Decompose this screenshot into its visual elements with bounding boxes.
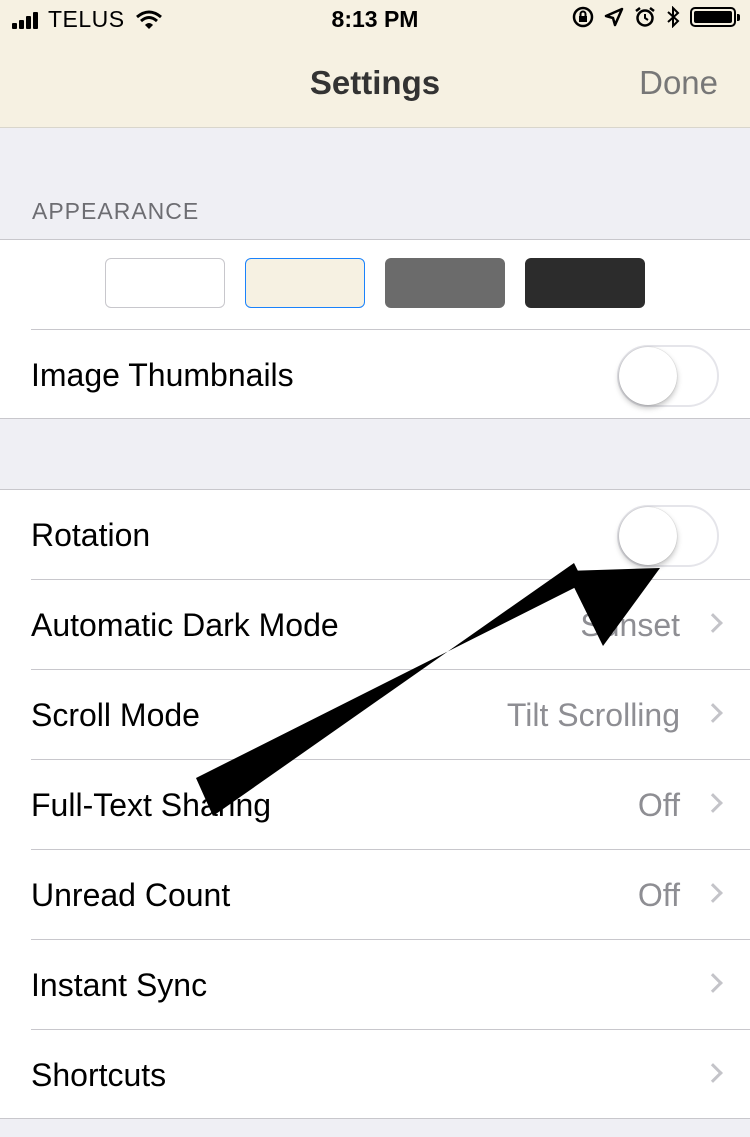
- rotation-lock-icon: [572, 6, 594, 28]
- instant-sync-label: Instant Sync: [31, 967, 208, 1003]
- image-thumbnails-toggle[interactable]: [617, 345, 719, 407]
- theme-swatch-white[interactable]: [105, 258, 225, 308]
- status-bar: TELUS 8:13 PM: [0, 0, 750, 40]
- unread-count-label: Unread Count: [31, 877, 231, 913]
- done-button[interactable]: Done: [639, 64, 718, 102]
- appearance-section-header: APPEARANCE: [32, 198, 200, 224]
- status-icons: [572, 6, 740, 28]
- chevron-right-icon: [703, 613, 723, 633]
- shortcuts-row[interactable]: Shortcuts: [0, 1030, 750, 1120]
- battery-icon: [690, 7, 740, 27]
- shortcuts-label: Shortcuts: [31, 1057, 167, 1093]
- rotation-toggle[interactable]: [617, 505, 719, 567]
- chevron-right-icon: [703, 973, 723, 993]
- settings-group: Rotation Automatic Dark Mode Sunset Scro…: [0, 489, 750, 1119]
- scroll-mode-label: Scroll Mode: [31, 697, 200, 733]
- unread-count-row[interactable]: Unread Count Off: [0, 850, 750, 940]
- theme-swatch-gray[interactable]: [385, 258, 505, 308]
- full-text-sharing-value: Off: [637, 787, 680, 823]
- chevron-right-icon: [703, 793, 723, 813]
- chevron-right-icon: [703, 883, 723, 903]
- rotation-row: Rotation: [0, 490, 750, 580]
- automatic-dark-mode-value: Sunset: [580, 607, 680, 643]
- rotation-label: Rotation: [31, 517, 151, 553]
- image-thumbnails-row: Image Thumbnails: [0, 330, 750, 420]
- automatic-dark-mode-row[interactable]: Automatic Dark Mode Sunset: [0, 580, 750, 670]
- chevron-right-icon: [703, 1063, 723, 1083]
- theme-swatches: [0, 240, 750, 329]
- full-text-sharing-label: Full-Text Sharing: [31, 787, 272, 823]
- theme-swatch-dark[interactable]: [525, 258, 645, 308]
- unread-count-value: Off: [637, 877, 680, 913]
- appearance-group: Image Thumbnails: [0, 239, 750, 419]
- toggle-knob: [619, 347, 677, 405]
- scroll-mode-value: Tilt Scrolling: [506, 697, 680, 733]
- theme-swatch-sepia[interactable]: [245, 258, 365, 308]
- automatic-dark-mode-label: Automatic Dark Mode: [31, 607, 339, 643]
- full-text-sharing-row[interactable]: Full-Text Sharing Off: [0, 760, 750, 850]
- chevron-right-icon: [703, 703, 723, 723]
- alarm-icon: [635, 7, 655, 27]
- navigation-bar: TELUS 8:13 PM Settings Done: [0, 0, 750, 128]
- instant-sync-row[interactable]: Instant Sync: [0, 940, 750, 1030]
- toggle-knob: [619, 507, 677, 565]
- location-icon: [604, 7, 624, 27]
- image-thumbnails-label: Image Thumbnails: [31, 357, 294, 393]
- scroll-mode-row[interactable]: Scroll Mode Tilt Scrolling: [0, 670, 750, 760]
- bluetooth-icon: [667, 6, 680, 28]
- page-title: Settings: [309, 64, 441, 101]
